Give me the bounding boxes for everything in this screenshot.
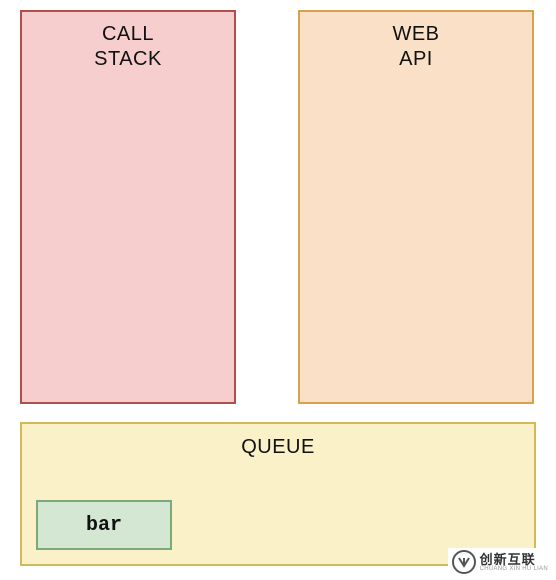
- call-stack-title-line2: STACK: [94, 48, 162, 70]
- brand-logo-icon: [452, 550, 476, 574]
- brand-text: 创新互联 CHUANG XIN HU LIAN: [480, 553, 548, 572]
- brand-sub-text: CHUANG XIN HU LIAN: [480, 566, 548, 572]
- call-stack-box: CALL STACK: [20, 10, 236, 404]
- brand-watermark: 创新互联 CHUANG XIN HU LIAN: [448, 548, 552, 576]
- web-api-box: WEB API: [298, 10, 534, 404]
- queue-item: bar: [36, 500, 172, 550]
- call-stack-title-line1: CALL: [102, 23, 154, 45]
- queue-title: QUEUE: [22, 424, 534, 459]
- queue-box: QUEUE bar: [20, 422, 536, 566]
- call-stack-title: CALL STACK: [22, 12, 234, 72]
- web-api-title-line2: API: [399, 48, 433, 70]
- web-api-title: WEB API: [300, 12, 532, 72]
- queue-item-label: bar: [86, 514, 122, 537]
- web-api-title-line1: WEB: [392, 23, 439, 45]
- brand-main-text: 创新互联: [480, 553, 548, 566]
